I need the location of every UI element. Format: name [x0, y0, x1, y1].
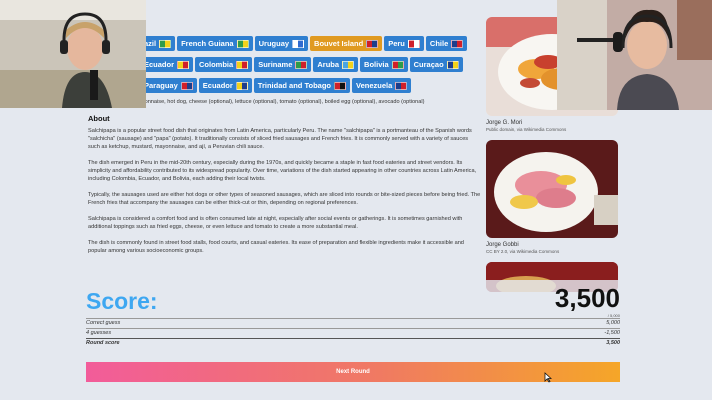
streamer-webcam-right	[557, 0, 712, 110]
score-row: Correct guess 5,000	[86, 318, 620, 328]
country-chip[interactable]: Uruguay	[254, 36, 309, 51]
game-page: azil French Guiana Uruguay Bouvet Island Per…	[0, 0, 712, 400]
flag-icon	[407, 39, 420, 48]
score-row-value: -1,500	[604, 330, 620, 336]
flag-icon	[236, 39, 249, 48]
flag-icon	[366, 39, 379, 48]
webcam-left	[0, 0, 146, 108]
score-row-value: 3,500	[606, 340, 620, 346]
country-chip-label: Aruba	[317, 60, 340, 69]
image-credit-license: CC BY 2.0, via Wikimedia Commons	[486, 249, 560, 254]
flag-icon	[235, 81, 248, 90]
flag-icon	[395, 81, 408, 90]
country-chip-label: Uruguay	[258, 39, 290, 48]
about-paragraph: Salchipapa is considered a comfort food …	[88, 216, 463, 230]
about-paragraph: Salchipapa is a popular street food dish…	[88, 128, 472, 150]
flag-icon	[295, 60, 308, 69]
country-chip[interactable]: Peru	[384, 36, 424, 51]
country-chip-label: Trinidad and Tobago	[257, 81, 331, 90]
flag-icon	[177, 60, 190, 69]
streamer-webcam-left	[0, 0, 146, 108]
country-chip-label: Ecuador	[202, 81, 233, 90]
flag-icon	[334, 81, 346, 90]
about-heading: About	[88, 114, 110, 123]
country-guess-list: azil French Guiana Uruguay Bouvet Island Per…	[140, 33, 480, 96]
score-row-label: Round score	[86, 340, 120, 346]
about-paragraph: The dish emerged in Peru in the mid-20th…	[88, 160, 477, 182]
country-chip-label: Bolivia	[364, 60, 389, 69]
country-chip[interactable]: Ecuador	[140, 57, 194, 72]
flag-icon	[446, 60, 459, 69]
dish-photo[interactable]	[486, 140, 618, 238]
country-chip-label: Venezuela	[356, 81, 393, 90]
flag-icon	[180, 81, 193, 90]
about-paragraph: The dish is commonly found in street foo…	[88, 240, 464, 254]
country-chip[interactable]: Bouvet Island	[310, 36, 383, 51]
mouse-pointer-icon	[544, 372, 552, 383]
image-credit-name: Jorge Gobbi	[486, 242, 519, 248]
country-chip[interactable]: Chile	[425, 36, 468, 51]
image-credit-license: Public domain, via Wikimedia Commons	[486, 127, 567, 132]
flag-icon	[451, 39, 464, 48]
score-row-value: 5,000	[606, 320, 620, 326]
image-credit-name: Jorge G. Mori	[486, 120, 523, 126]
country-chip-label: Suriname	[258, 60, 293, 69]
score-row-label: Correct guess	[86, 320, 121, 326]
country-chip[interactable]: Ecuador	[198, 78, 252, 93]
flag-icon	[159, 39, 172, 48]
flag-icon	[342, 60, 355, 69]
score-title: Score:	[86, 288, 158, 314]
country-chip[interactable]: Bolivia	[360, 57, 408, 72]
country-chip-label: Paraguay	[144, 81, 178, 90]
country-chip[interactable]: Paraguay	[140, 78, 197, 93]
flag-icon	[391, 60, 404, 69]
country-chip[interactable]: French Guiana	[177, 36, 253, 51]
score-row-label: 4 guesses	[86, 330, 112, 336]
country-chip-label: Chile	[429, 39, 449, 48]
country-chip[interactable]: Venezuela	[352, 78, 412, 93]
country-chip[interactable]: Curaçao	[409, 57, 463, 72]
country-chip[interactable]: Suriname	[254, 57, 312, 72]
country-chip[interactable]: Aruba	[313, 57, 359, 72]
country-chip-label: Peru	[388, 39, 405, 48]
dish-info: ketchup, mustard, mayonnaise, hot dog, c…	[88, 98, 481, 263]
score-row-total: Round score 3,500	[86, 338, 620, 348]
country-chip[interactable]: Trinidad and Tobago	[253, 78, 350, 93]
flag-icon	[292, 39, 305, 48]
country-chip-label: Ecuador	[144, 60, 175, 69]
score-row: 4 guesses -1,500	[86, 328, 620, 338]
country-chip-label: French Guiana	[181, 39, 234, 48]
country-chip[interactable]: Colombia	[195, 57, 253, 72]
ingredients-text: ketchup, mustard, mayonnaise, hot dog, c…	[88, 99, 425, 105]
country-chip-label: Curaçao	[413, 60, 444, 69]
next-round-button[interactable]: Next Round	[86, 362, 620, 382]
webcam-right	[557, 0, 712, 110]
country-chip-label: Colombia	[199, 60, 234, 69]
salchipapa-photo-2	[486, 140, 618, 238]
score-breakdown: Correct guess 5,000 4 guesses -1,500 Rou…	[86, 318, 620, 348]
score-value: 3,500	[554, 283, 620, 313]
country-chip-label: Bouvet Island	[314, 39, 364, 48]
flag-icon	[236, 60, 249, 69]
about-paragraph: Typically, the sausages used are either …	[88, 192, 481, 206]
